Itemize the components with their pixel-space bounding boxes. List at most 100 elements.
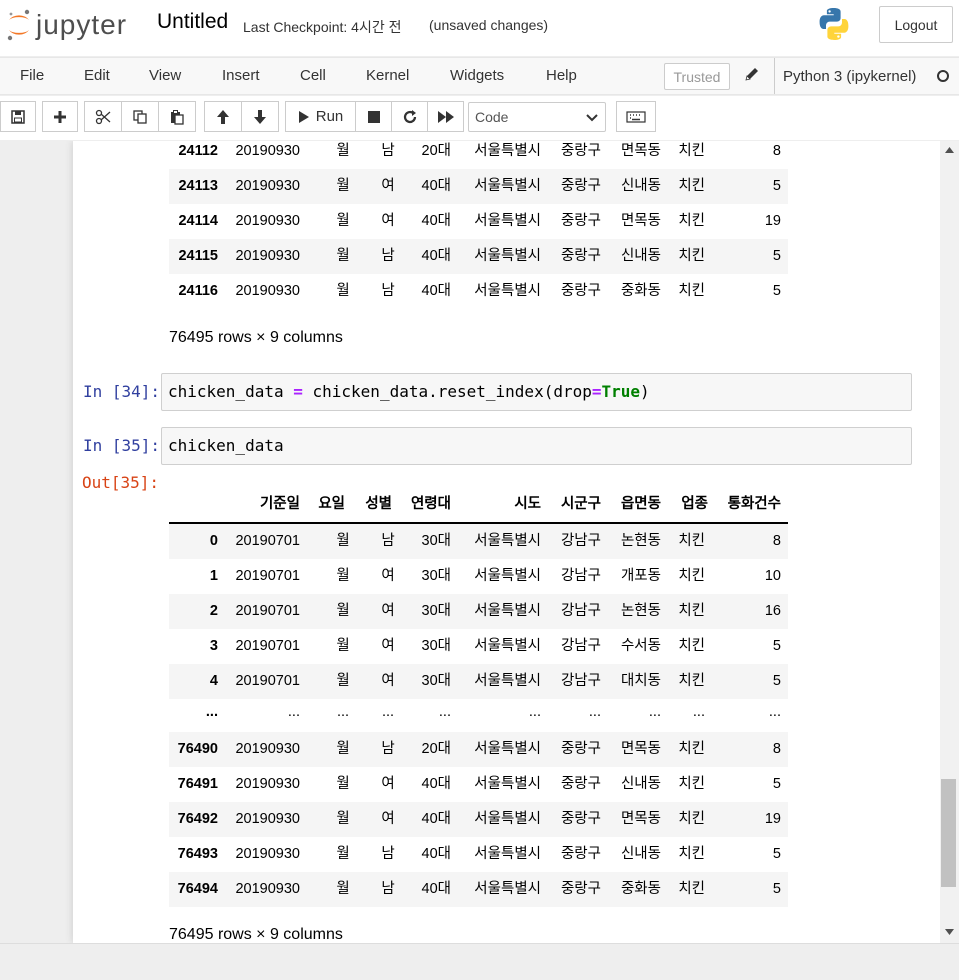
- logout-button[interactable]: Logout: [879, 6, 953, 43]
- table-cell: 20190930: [235, 143, 300, 159]
- table-row: 24113 20190930 월 여 40대 서울특별시 중랑구 신내동 치킨 5: [169, 169, 788, 204]
- jupyter-logo[interactable]: jupyter: [6, 6, 127, 44]
- notebook-site[interactable]: 24112 20190930 월 남 20대 서울특별시 중랑구 면목동 치킨 8 24113 201…: [0, 141, 940, 943]
- table-row: 76493 20190930 월 남 40대 서울특별시 중랑구 신내동 치킨 5: [169, 837, 788, 872]
- table-cell: 중랑구: [560, 283, 601, 299]
- move-down-button[interactable]: [241, 101, 279, 132]
- table-cell: 20190701: [235, 603, 300, 619]
- run-button[interactable]: Run: [285, 101, 356, 132]
- restart-run-all-button[interactable]: [427, 101, 464, 132]
- column-header: 연령대: [410, 496, 451, 512]
- table-cell: 논현동: [620, 533, 661, 549]
- table-cell: 강남구: [560, 533, 601, 549]
- cell-35-input[interactable]: chicken_data: [161, 427, 912, 465]
- copy-button[interactable]: [121, 101, 159, 132]
- notebook-container: 24112 20190930 월 남 20대 서울특별시 중랑구 면목동 치킨 8 24113 201…: [73, 141, 940, 943]
- column-header: 요일: [318, 496, 345, 512]
- table-cell: 월: [336, 143, 350, 159]
- table-cell: 서울특별시: [474, 881, 541, 897]
- table-cell: 신내동: [620, 846, 661, 862]
- run-label: Run: [315, 108, 344, 125]
- row-index: 24112: [178, 143, 218, 159]
- cut-button[interactable]: [84, 101, 122, 132]
- menu-edit[interactable]: Edit: [84, 67, 110, 84]
- scrollbar-thumb[interactable]: [941, 779, 956, 887]
- table-cell: 월: [336, 846, 350, 862]
- fast-forward-icon: [437, 110, 454, 123]
- table-cell: 20대: [421, 143, 451, 159]
- row-index: 1: [209, 568, 218, 584]
- row-index: 0: [209, 533, 218, 549]
- table-row: 76494 20190930 월 남 40대 서울특별시 중랑구 중화동 치킨 5: [169, 872, 788, 907]
- table-cell: 월: [336, 673, 350, 689]
- menu-help[interactable]: Help: [546, 67, 577, 84]
- interrupt-button[interactable]: [355, 101, 392, 132]
- table-cell: 20190701: [235, 638, 300, 654]
- cell-34-input[interactable]: chicken_data = chicken_data.reset_index(…: [161, 373, 912, 411]
- dataframe-shape-top: 76495 rows × 9 columns: [169, 329, 343, 346]
- code-token: ): [640, 382, 650, 401]
- menu-file[interactable]: File: [20, 67, 44, 84]
- notebook-title[interactable]: Untitled: [157, 10, 228, 34]
- menu-insert[interactable]: Insert: [222, 67, 260, 84]
- table-cell: 강남구: [560, 638, 601, 654]
- row-index: 3: [209, 638, 218, 654]
- table-cell: 서울특별시: [474, 846, 541, 862]
- stop-icon: [367, 110, 380, 123]
- table-cell: 40대: [421, 283, 451, 299]
- notebook-header: jupyter Untitled Last Checkpoint: 4시간 전 …: [0, 0, 959, 56]
- table-cell: 여: [381, 673, 395, 689]
- table-cell: 치킨: [678, 673, 705, 689]
- table-cell: 20190930: [235, 741, 300, 757]
- code-operator: =: [591, 382, 602, 401]
- restart-button[interactable]: [391, 101, 428, 132]
- cell-34-prompt: In [34]:: [83, 382, 161, 401]
- table-cell: 중랑구: [560, 776, 601, 792]
- plus-icon: [54, 110, 66, 123]
- table-cell: 40대: [421, 178, 451, 194]
- code-keyword: True: [601, 382, 641, 401]
- vertical-scrollbar[interactable]: [940, 141, 959, 943]
- trusted-indicator[interactable]: Trusted: [664, 63, 730, 90]
- table-cell: 면목동: [620, 811, 661, 827]
- table-cell: 강남구: [560, 568, 601, 584]
- cell-type-select[interactable]: Code: [468, 102, 606, 132]
- table-cell: ...: [381, 704, 395, 720]
- table-cell: 남: [381, 533, 395, 549]
- edit-pencil-icon[interactable]: [744, 66, 760, 82]
- table-cell: 신내동: [620, 776, 661, 792]
- table-cell: 20190930: [235, 248, 300, 264]
- table-cell: 40대: [421, 846, 451, 862]
- kernel-name[interactable]: Python 3 (ipykernel): [774, 58, 916, 94]
- table-cell: 서울특별시: [474, 248, 541, 264]
- table-row: 3 20190701 월 여 30대 서울특별시 강남구 수서동 치킨 5: [169, 629, 788, 664]
- save-icon: [11, 109, 25, 124]
- table-cell: 서울특별시: [474, 741, 541, 757]
- table-cell: 월: [336, 603, 350, 619]
- move-up-button[interactable]: [204, 101, 242, 132]
- scroll-up-icon[interactable]: [945, 147, 954, 153]
- command-palette-button[interactable]: [616, 101, 656, 132]
- menu-widgets[interactable]: Widgets: [450, 67, 504, 84]
- menu-view[interactable]: View: [149, 67, 181, 84]
- save-button[interactable]: [0, 101, 36, 132]
- table-cell: ...: [336, 704, 350, 720]
- row-index: ...: [205, 704, 218, 720]
- table-cell: 중랑구: [560, 248, 601, 264]
- menu-kernel[interactable]: Kernel: [366, 67, 409, 84]
- scroll-down-icon[interactable]: [945, 929, 954, 935]
- table-cell: 치킨: [678, 603, 705, 619]
- table-cell: 중랑구: [560, 846, 601, 862]
- scissors-icon: [95, 109, 111, 124]
- table-cell: 치킨: [678, 283, 705, 299]
- code-token: chicken_data: [168, 436, 284, 455]
- table-cell: 여: [381, 811, 395, 827]
- table-cell: 중랑구: [560, 178, 601, 194]
- menu-cell[interactable]: Cell: [300, 67, 326, 84]
- insert-cell-button[interactable]: [42, 101, 78, 132]
- table-cell: ...: [438, 704, 451, 720]
- column-header: 기준일: [259, 496, 300, 512]
- paste-button[interactable]: [158, 101, 196, 132]
- row-index: 76490: [177, 741, 218, 757]
- menubar: File Edit View Insert Cell Kernel Widget…: [0, 57, 959, 95]
